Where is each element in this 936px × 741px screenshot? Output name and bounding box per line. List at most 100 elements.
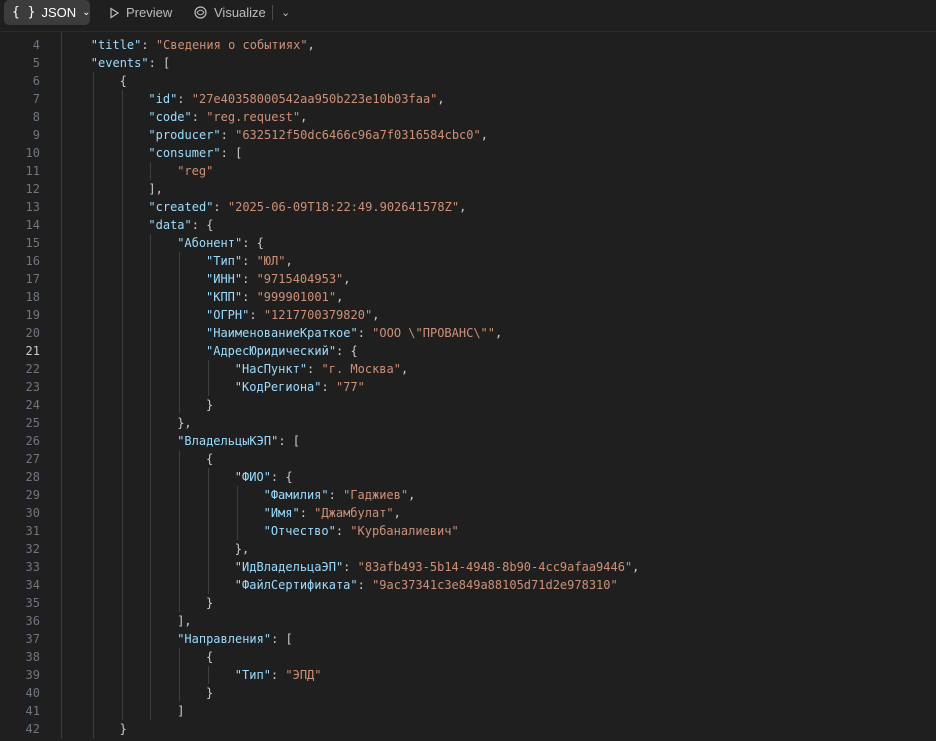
indent-guide [236, 504, 238, 522]
json-punctuation: : [213, 200, 228, 214]
line-number: 15 [25, 236, 40, 250]
indent-guide [92, 180, 94, 198]
indent-guide [179, 378, 181, 396]
indent-guide [179, 684, 181, 702]
json-string: "83afb493-5b14-4948-8b90-4cc9afaa9446" [357, 560, 633, 574]
json-punctuation: , [343, 272, 351, 286]
json-punctuation: , [372, 308, 380, 322]
code-line[interactable]: 40} [0, 684, 936, 702]
code-line[interactable]: 28 "ФИО": { [0, 468, 936, 486]
json-punctuation: : [ [220, 146, 243, 160]
json-key: "data" [148, 218, 192, 232]
line-code: ], [177, 612, 191, 630]
line-number: 14 [25, 218, 40, 232]
line-number: 11 [25, 164, 40, 178]
json-punctuation: , [300, 110, 308, 124]
json-punctuation: : [249, 308, 264, 322]
code-line[interactable]: 7 "id": "27e40358000542aa950b223e10b03faa… [0, 90, 936, 108]
code-editor[interactable]: 4 "title": "Сведения о событиях", 5 "events… [0, 32, 936, 741]
line-code: "ОГРН": "1217700379820", [206, 306, 379, 324]
code-line[interactable]: 31 "Отчество": "Курбаналиевич" [0, 522, 936, 540]
indent-guide [121, 324, 123, 342]
indent-guide [121, 90, 123, 108]
code-line[interactable]: 42} [0, 720, 936, 738]
code-line[interactable]: 30 "Имя": "Джамбулат", [0, 504, 936, 522]
json-key: "ИНН" [206, 272, 243, 286]
code-line[interactable]: 8 "code": "reg.request", [0, 108, 936, 126]
line-code: } [120, 720, 127, 738]
json-string: "reg" [177, 164, 214, 178]
line-code: } [206, 684, 213, 702]
code-line[interactable]: 17 "ИНН": "9715404953", [0, 270, 936, 288]
code-line[interactable]: 10 "consumer": [ [0, 144, 936, 162]
code-line[interactable]: 34 "ФайлСертификата": "9ac37341c3e849a881… [0, 576, 936, 594]
preview-button[interactable]: Preview [108, 0, 172, 25]
indent-guide [92, 360, 94, 378]
code-line[interactable]: 16 "Тип": "ЮЛ", [0, 252, 936, 270]
code-line[interactable]: 29 "Фамилия": "Гаджиев", [0, 486, 936, 504]
code-line[interactable]: 21 "АдресЮридический": { [0, 342, 936, 360]
indent-guide [92, 666, 94, 684]
code-line[interactable]: 35} [0, 594, 936, 612]
code-line[interactable]: 33 "ИдВладельцаЭП": "83afb493-5b14-4948-8… [0, 558, 936, 576]
code-line[interactable]: 41] [0, 702, 936, 720]
code-line[interactable]: 18 "КПП": "999901001", [0, 288, 936, 306]
indent-guide [208, 468, 209, 486]
indent-guide [92, 540, 94, 558]
language-mode-button[interactable]: { } JSON ⌄ [4, 0, 91, 25]
indent-guide [179, 342, 181, 360]
json-key: "code" [148, 110, 192, 124]
line-number: 37 [25, 632, 40, 646]
code-line[interactable]: 38 { [0, 648, 936, 666]
json-punctuation: , [437, 92, 445, 106]
code-line[interactable]: 32}, [0, 540, 936, 558]
code-line[interactable]: 22 "НасПункт": "г. Москва", [0, 360, 936, 378]
indent-guide [179, 540, 181, 558]
code-line[interactable]: 6{ [0, 72, 936, 90]
line-code: }, [235, 540, 249, 558]
code-line[interactable]: 15 "Абонент": { [0, 234, 936, 252]
indent-guide [208, 666, 209, 684]
line-number: 22 [25, 362, 40, 376]
line-number: 26 [25, 434, 40, 448]
code-line[interactable]: 27 { [0, 450, 936, 468]
json-punctuation: : [177, 92, 192, 106]
code-line[interactable]: 36], [0, 612, 936, 630]
line-code: "ИНН": "9715404953", [206, 270, 351, 288]
visualize-button[interactable]: Visualize [193, 0, 266, 25]
code-line[interactable]: 13 "created": "2025-06-09T18:22:49.902641… [0, 198, 936, 216]
indent-guide [179, 450, 181, 468]
code-line[interactable]: 12], [0, 180, 936, 198]
line-code: "АдресЮридический": { [206, 342, 358, 360]
indent-guide [92, 90, 94, 108]
code-line[interactable]: 19 "ОГРН": "1217700379820", [0, 306, 936, 324]
code-line[interactable]: 25}, [0, 414, 936, 432]
indent-guide [92, 414, 94, 432]
json-string: "Курбаналиевич" [350, 524, 459, 538]
indent-guide [150, 162, 152, 180]
line-number: 6 [32, 74, 40, 88]
line-number: 7 [32, 92, 40, 106]
indent-guide [121, 684, 123, 702]
code-line[interactable]: 24} [0, 396, 936, 414]
code-line[interactable]: 37 "Направления": [ [0, 630, 936, 648]
json-string: "9715404953" [256, 272, 344, 286]
json-punctuation: : [ [278, 434, 301, 448]
indent-guide [92, 468, 94, 486]
code-line[interactable]: 5 "events": [ [0, 54, 936, 72]
indent-guide [92, 612, 94, 630]
code-line[interactable]: 11 "reg" [0, 162, 936, 180]
json-punctuation: : { [242, 236, 264, 250]
indent-guide [92, 72, 94, 90]
code-line[interactable]: 23 "КодРегиона": "77" [0, 378, 936, 396]
more-options-button[interactable]: ⌄ [281, 0, 290, 25]
code-line[interactable]: 39 "Тип": "ЭПД" [0, 666, 936, 684]
code-line[interactable]: 26 "ВладельцыКЭП": [ [0, 432, 936, 450]
json-punctuation: , [400, 362, 409, 376]
code-line[interactable]: 9 "producer": "632512f50dc6466c96a7f03165… [0, 126, 936, 144]
code-line[interactable]: 14 "data": { [0, 216, 936, 234]
indent-guide [150, 558, 152, 576]
code-line[interactable]: 4 "title": "Сведения о событиях", [0, 36, 936, 54]
code-line[interactable]: 20 "НаименованиеКраткое": "ООО \"ПРОВАНС\… [0, 324, 936, 342]
line-code: }, [177, 414, 191, 432]
